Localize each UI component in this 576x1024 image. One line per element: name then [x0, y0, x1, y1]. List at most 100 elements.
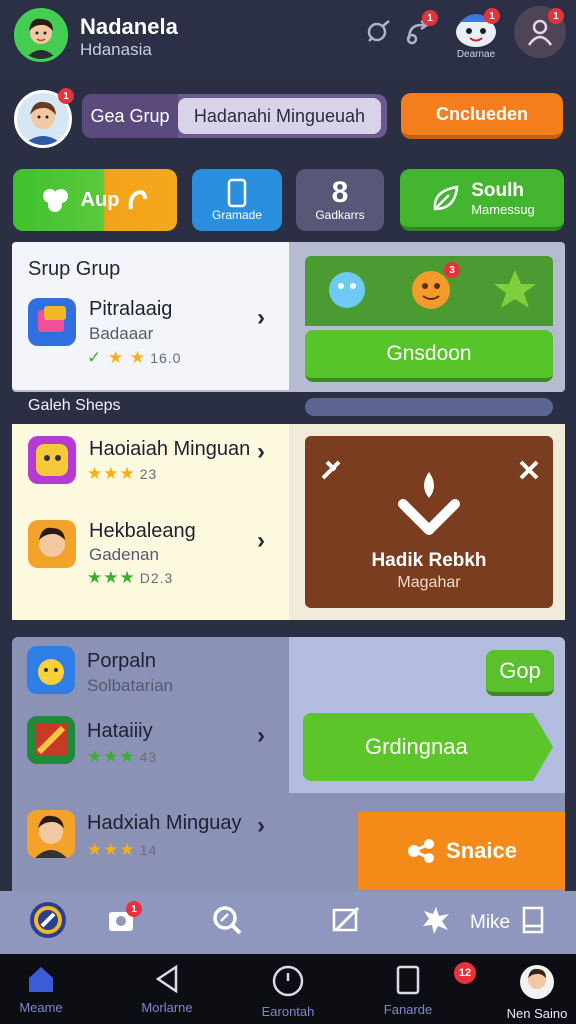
- share-button[interactable]: Snaice: [358, 812, 565, 890]
- notification-badge: 1: [484, 8, 500, 24]
- cards-count: 8: [331, 176, 349, 209]
- toolbar-label: Mike: [470, 912, 511, 933]
- app-header: Nadanela Hdanasia 1 1 Dearnae 1: [0, 0, 576, 76]
- home-icon: [29, 967, 53, 992]
- notification-badge: 1: [548, 8, 564, 24]
- cards-tile-label: Gadkarrs: [315, 208, 365, 222]
- clover-icon: [42, 189, 68, 212]
- conclude-button[interactable]: Cnclueden: [401, 93, 563, 139]
- mascot-label: Dearnae: [456, 49, 496, 60]
- app-tile[interactable]: Aup: [13, 169, 177, 231]
- nav-label: Nen Saino: [506, 1006, 568, 1021]
- rating-count: 23: [139, 466, 158, 482]
- rating-count: 14: [139, 842, 158, 858]
- list-item-title[interactable]: Hataiiiy: [87, 720, 153, 743]
- notification-badge: 3: [444, 262, 460, 278]
- square-icon: [396, 965, 420, 995]
- reward-card[interactable]: Hadik Rebkh Magahar: [305, 436, 553, 608]
- nav-label: Earontah: [261, 1004, 315, 1019]
- rating: ★★★ D2.3: [87, 568, 174, 587]
- game-tile[interactable]: Gramade: [192, 169, 282, 231]
- share-icon: [408, 839, 435, 863]
- claim-button[interactable]: Gnsdoon: [305, 330, 553, 382]
- app-subtitle: Hdanasia: [80, 40, 152, 59]
- rating: ✓ ★ ★ 16.0: [87, 348, 182, 367]
- game-icon: [28, 436, 76, 484]
- chevron-right-icon[interactable]: ›: [257, 438, 265, 466]
- list-item-title[interactable]: Hadxiah Minguay: [87, 812, 242, 835]
- list-item-title[interactable]: Hekbaleang: [89, 520, 196, 543]
- rating: ★★★ 43: [87, 747, 158, 766]
- download-icon: [321, 460, 539, 535]
- search-icon[interactable]: [206, 899, 248, 941]
- notification-badge: 1: [126, 901, 142, 917]
- reward-card-title: Hadik Rebkh: [371, 550, 487, 571]
- chevron-right-icon[interactable]: ›: [257, 304, 265, 332]
- search-input[interactable]: Hadanahi Mingueuah: [178, 98, 381, 134]
- rating: ★★★ 23: [87, 464, 158, 483]
- game-icon: [27, 716, 75, 764]
- avatar: [27, 810, 75, 858]
- nav-label: Morlarne: [141, 1000, 193, 1015]
- chevron-right-icon[interactable]: ›: [257, 527, 265, 555]
- nav-back[interactable]: Morlarne: [122, 964, 212, 1015]
- nav-label: Fanarde: [383, 1002, 433, 1017]
- list-item-sub: Solbatarian: [87, 676, 174, 695]
- go-button[interactable]: Gop: [486, 650, 554, 696]
- group-search-bar[interactable]: Gea Grup Hadanahi Mingueuah: [82, 94, 387, 138]
- grading-button[interactable]: Grdingnaa: [303, 713, 553, 781]
- app-title: Nadanela: [80, 14, 178, 39]
- camera-icon[interactable]: 1: [100, 899, 142, 941]
- check-icon: ✓: [87, 348, 103, 367]
- book-icon[interactable]: [512, 899, 554, 941]
- profile-avatar-icon: [520, 965, 554, 999]
- nav-profile[interactable]: Nen Saino: [492, 964, 576, 1021]
- south-tile-sub: Mamessug: [471, 201, 535, 217]
- south-tile[interactable]: Soulh Mamessug: [400, 169, 564, 231]
- notification-badge: 1: [422, 10, 438, 26]
- chevron-right-icon[interactable]: ›: [257, 812, 265, 840]
- filter-icon[interactable]: [360, 14, 396, 50]
- leaf-icon: [433, 185, 459, 211]
- link-icon[interactable]: 1: [400, 10, 438, 50]
- share-button-label: Snaice: [446, 838, 517, 863]
- nav-home[interactable]: Meame: [0, 964, 86, 1015]
- cards-tile[interactable]: 8 Gadkarrs: [296, 169, 384, 231]
- user-avatar[interactable]: [14, 8, 68, 62]
- game-tile-label: Gramade: [211, 208, 263, 222]
- reward-area: 3: [305, 256, 553, 326]
- app-tile-label: Aup: [80, 188, 120, 211]
- rating-count: 16.0: [150, 350, 182, 366]
- section-title: Srup Grup: [28, 258, 121, 280]
- list-item-title[interactable]: Porpaln: [87, 650, 156, 673]
- nav-label: Meame: [19, 1000, 63, 1015]
- app-icon: [28, 298, 76, 346]
- rating: ★★★ 14: [87, 840, 158, 859]
- compass-icon[interactable]: [27, 899, 69, 941]
- chevron-right-icon[interactable]: ›: [257, 722, 265, 750]
- nav-recent[interactable]: Fanarde: [363, 964, 453, 1017]
- notification-badge: 12: [454, 962, 476, 984]
- emoji-rewards-icon: [329, 270, 536, 309]
- hand-icon: [129, 190, 148, 210]
- group-filter-tab[interactable]: Gea Grup: [82, 94, 178, 138]
- rating-count: D2.3: [139, 570, 174, 586]
- phone-icon: [227, 178, 247, 208]
- south-tile-title: Soulh: [471, 179, 524, 201]
- nav-circle[interactable]: Earontah: [243, 964, 333, 1019]
- section-label: Galeh Sheps: [28, 397, 121, 414]
- avatar: [28, 520, 76, 568]
- notification-badge: 1: [58, 88, 74, 104]
- list-item-sub: Gadenan: [89, 545, 159, 564]
- star-burst-icon[interactable]: [415, 899, 457, 941]
- rating-count: 43: [139, 749, 158, 765]
- reward-card-sub: Magahar: [397, 574, 461, 591]
- list-item-title[interactable]: Pitralaaig: [89, 298, 172, 321]
- app-icon: [27, 646, 75, 694]
- list-item-title[interactable]: Haoiaiah Minguan: [89, 438, 250, 461]
- profile-button[interactable]: 1: [514, 6, 566, 58]
- circle-icon: [272, 965, 304, 997]
- progress-bar: [305, 398, 553, 416]
- edit-icon[interactable]: [325, 899, 367, 941]
- back-icon: [155, 964, 178, 994]
